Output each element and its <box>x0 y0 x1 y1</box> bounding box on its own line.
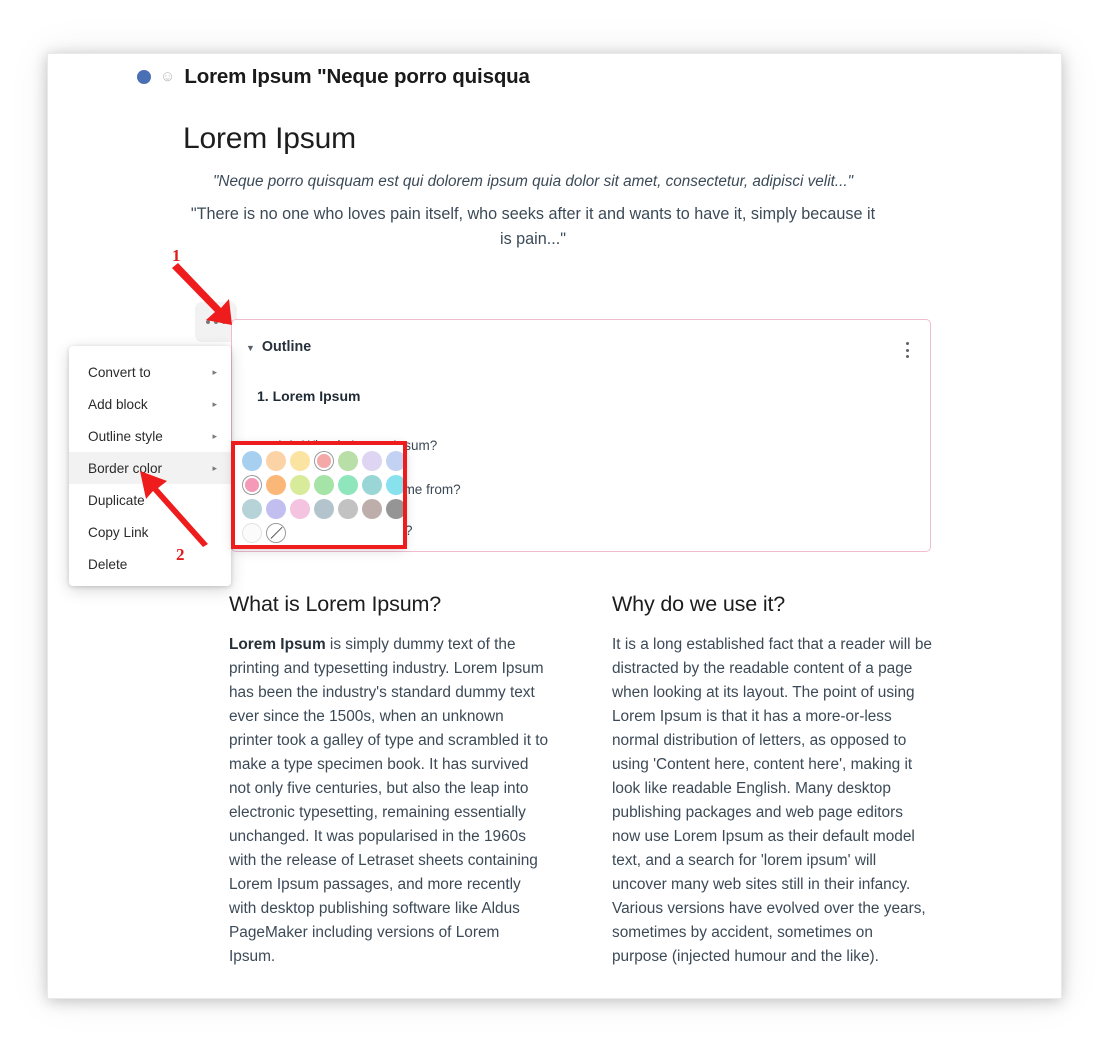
menu-item-label: Add block <box>88 396 148 412</box>
quote-secondary[interactable]: "There is no one who loves pain itself, … <box>183 202 883 252</box>
annotation-arrow-2 <box>140 471 208 547</box>
breadcrumb[interactable]: ☺ Lorem Ipsum "Neque porro quisqua <box>137 65 530 89</box>
chevron-right-icon: ▸ <box>212 366 217 377</box>
color-swatch-salmon[interactable] <box>314 451 334 471</box>
outline-title: Outline <box>261 339 312 355</box>
annotation-number-2: 2 <box>176 545 185 564</box>
swatch-fill <box>314 475 334 495</box>
swatch-fill <box>290 451 310 471</box>
color-swatch-warm-gray[interactable] <box>362 499 382 519</box>
menu-item-delete[interactable]: Delete <box>69 548 231 580</box>
color-swatch-light-green[interactable] <box>338 451 358 471</box>
swatch-fill <box>242 451 262 471</box>
column-left-lead: Lorem Ipsum <box>229 636 326 653</box>
breadcrumb-title[interactable]: Lorem Ipsum "Neque porro quisqua <box>184 65 530 89</box>
swatch-fill <box>266 499 286 519</box>
kebab-dot-3-icon <box>905 355 909 358</box>
color-swatch-periwinkle[interactable] <box>386 451 406 471</box>
no-color-icon <box>266 523 286 543</box>
swatch-fill <box>362 475 382 495</box>
column-left: What is Lorem Ipsum? Lorem Ipsum is simp… <box>229 592 549 969</box>
color-swatch-white[interactable] <box>242 523 262 543</box>
menu-item-label: Convert to <box>88 364 151 380</box>
color-swatch-spring-green[interactable] <box>338 475 358 495</box>
swatch-fill <box>338 475 358 495</box>
outline-header[interactable]: ▼ Outline <box>246 339 311 355</box>
quote-block: "Neque porro quisquam est qui dolorem ip… <box>183 171 883 252</box>
color-swatch-no-color[interactable] <box>266 523 286 543</box>
swatch-fill <box>242 523 262 543</box>
column-right-body[interactable]: It is a long established fact that a rea… <box>612 633 932 969</box>
chevron-right-icon: ▸ <box>212 398 217 409</box>
color-swatch-lavender[interactable] <box>362 451 382 471</box>
swatch-fill <box>386 475 406 495</box>
swatch-fill <box>315 452 333 470</box>
column-left-body[interactable]: Lorem Ipsum is simply dummy text of the … <box>229 633 549 969</box>
border-color-palette[interactable] <box>233 443 406 547</box>
color-swatch-light-blue[interactable] <box>242 451 262 471</box>
color-swatch-light-yellow[interactable] <box>290 451 310 471</box>
color-swatch-light-pink[interactable] <box>290 499 310 519</box>
vertical-ellipsis-icon[interactable] <box>900 340 914 360</box>
swatch-fill <box>314 499 334 519</box>
kebab-dot-1-icon <box>905 342 909 345</box>
swatch-fill <box>290 499 310 519</box>
menu-item-label: Outline style <box>88 428 163 444</box>
color-swatch-lime[interactable] <box>290 475 310 495</box>
outline-item[interactable]: 1. Lorem Ipsum <box>257 388 360 404</box>
chevron-right-icon: ▸ <box>212 430 217 441</box>
chevron-down-icon[interactable]: ▼ <box>246 343 255 353</box>
color-swatch-light-purple[interactable] <box>266 499 286 519</box>
swatch-fill <box>338 451 358 471</box>
quote-primary[interactable]: "Neque porro quisquam est qui dolorem ip… <box>183 171 883 193</box>
smiley-icon: ☺ <box>160 67 176 85</box>
swatch-row <box>242 523 396 543</box>
swatch-row <box>242 499 406 519</box>
swatch-fill <box>242 499 262 519</box>
swatch-fill <box>362 499 382 519</box>
color-swatch-dark-gray[interactable] <box>386 499 406 519</box>
color-swatch-cyan[interactable] <box>386 475 406 495</box>
color-swatch-pale-teal[interactable] <box>242 499 262 519</box>
breadcrumb-dot-icon <box>137 70 151 84</box>
column-right-heading: Why do we use it? <box>612 592 786 616</box>
swatch-fill <box>386 499 406 519</box>
column-left-heading: What is Lorem Ipsum? <box>229 592 442 616</box>
color-swatch-pink[interactable] <box>242 475 262 495</box>
color-swatch-teal[interactable] <box>362 475 382 495</box>
color-swatch-blue-gray[interactable] <box>314 499 334 519</box>
swatch-fill <box>338 499 358 519</box>
swatch-fill <box>266 475 286 495</box>
swatch-row <box>242 451 406 471</box>
color-swatch-light-orange[interactable] <box>266 451 286 471</box>
color-swatch-orange[interactable] <box>266 475 286 495</box>
swatch-fill <box>386 451 406 471</box>
kebab-dot-2-icon <box>905 348 909 352</box>
swatch-fill <box>243 476 261 494</box>
swatch-fill <box>290 475 310 495</box>
menu-item-convert-to[interactable]: Convert to ▸ <box>69 356 231 388</box>
column-right: Why do we use it? It is a long establish… <box>612 592 932 969</box>
color-swatch-gray[interactable] <box>338 499 358 519</box>
swatch-row <box>242 475 406 495</box>
color-swatch-mint-green[interactable] <box>314 475 334 495</box>
annotation-arrow-1 <box>172 263 232 325</box>
swatch-fill <box>266 451 286 471</box>
annotation-number-1: 1 <box>172 246 181 265</box>
menu-item-label: Delete <box>88 556 128 572</box>
screenshot-root: ☺ Lorem Ipsum "Neque porro quisqua Lorem… <box>0 0 1109 1055</box>
swatch-fill <box>362 451 382 471</box>
column-left-body-text: is simply dummy text of the printing and… <box>229 636 549 965</box>
menu-item-add-block[interactable]: Add block ▸ <box>69 388 231 420</box>
page-title[interactable]: Lorem Ipsum <box>183 122 356 156</box>
menu-item-outline-style[interactable]: Outline style ▸ <box>69 420 231 452</box>
